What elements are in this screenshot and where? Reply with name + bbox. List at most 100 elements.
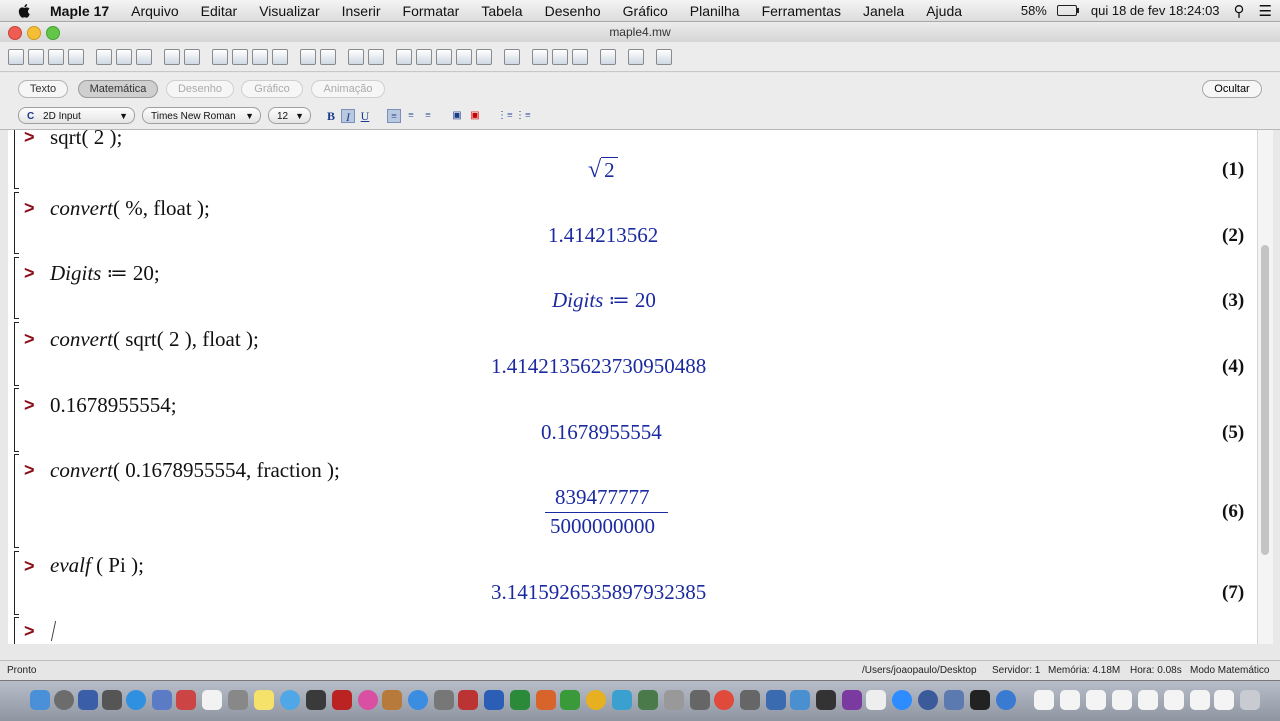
battery-percent[interactable]: 58% (1021, 3, 1047, 18)
launchpad-icon[interactable] (54, 690, 74, 710)
app-icon[interactable] (790, 690, 810, 710)
app-icon[interactable] (152, 690, 172, 710)
help-icon[interactable] (664, 690, 684, 710)
indent-icon[interactable] (300, 48, 316, 65)
italic-icon[interactable]: I (341, 109, 355, 124)
outlook-icon[interactable] (586, 690, 606, 710)
terminal-icon[interactable] (970, 690, 990, 710)
equation-label[interactable]: (4) (1222, 356, 1244, 378)
spotlight-icon[interactable]: ⚲ (1234, 2, 1245, 20)
font-select[interactable]: Times New Roman ▼ (142, 107, 261, 124)
menu-arquivo[interactable]: Arquivo (131, 3, 178, 19)
math-input[interactable]: evalf ( Pi ); (50, 553, 144, 578)
underline-icon[interactable]: U (358, 109, 372, 123)
trash-icon[interactable] (1240, 690, 1260, 710)
stop-icon[interactable] (436, 48, 452, 65)
insert-prompt-icon[interactable] (252, 48, 268, 65)
app-icon[interactable] (842, 690, 862, 710)
guitar-icon[interactable] (382, 690, 402, 710)
app-icon[interactable] (434, 690, 454, 710)
app-icon[interactable] (766, 690, 786, 710)
back-arrow-icon[interactable] (348, 48, 364, 65)
messages-icon[interactable] (280, 690, 300, 710)
insert-section-icon[interactable] (272, 48, 288, 65)
menu-inserir[interactable]: Inserir (342, 3, 381, 19)
menu-editar[interactable]: Editar (201, 3, 238, 19)
powerpoint-icon[interactable] (536, 690, 556, 710)
numbered-list-icon[interactable]: ⋮≡ (515, 109, 531, 123)
paste-icon[interactable] (136, 48, 152, 65)
menu-ferramentas[interactable]: Ferramentas (762, 3, 841, 19)
word-icon[interactable] (484, 690, 504, 710)
zoom-150-icon[interactable] (552, 48, 568, 65)
math-input[interactable]: Digits ≔ 20; (50, 261, 160, 286)
restart-icon[interactable] (476, 48, 492, 65)
menu-tabela[interactable]: Tabela (481, 3, 522, 19)
document-icon[interactable] (1214, 690, 1234, 710)
itunes-icon[interactable] (358, 690, 378, 710)
excel-icon[interactable] (560, 690, 580, 710)
save-icon[interactable] (48, 48, 64, 65)
tab-desenho[interactable]: Desenho (166, 80, 234, 98)
help-icon[interactable] (656, 48, 672, 65)
copy-icon[interactable] (116, 48, 132, 65)
execution-group-bracket[interactable] (14, 130, 19, 189)
execution-group-bracket[interactable] (14, 192, 19, 254)
facetime-icon[interactable] (306, 690, 326, 710)
app-icon[interactable] (332, 690, 352, 710)
tab-matematica[interactable]: Matemática (78, 80, 158, 98)
close-window-button[interactable] (8, 26, 22, 40)
apple-icon[interactable] (18, 3, 32, 19)
worksheet[interactable]: > sqrt( 2 ); √ 2 (1) > convert( %, float … (8, 130, 1257, 644)
math-input[interactable]: 0.1678955554; (50, 393, 177, 418)
open-folder-icon[interactable] (28, 48, 44, 65)
settings-icon[interactable] (504, 48, 520, 65)
align-center-icon[interactable]: ≡ (404, 109, 418, 123)
excel-icon[interactable] (510, 690, 530, 710)
zoom-icon[interactable] (892, 690, 912, 710)
menu-visualizar[interactable]: Visualizar (259, 3, 319, 19)
dictionary-icon[interactable] (458, 690, 478, 710)
equation-label[interactable]: (6) (1222, 501, 1244, 523)
equation-label[interactable]: (3) (1222, 290, 1244, 312)
insert-text-icon[interactable] (232, 48, 248, 65)
app-icon[interactable] (228, 690, 248, 710)
zoom-window-button[interactable] (46, 26, 60, 40)
app-icon[interactable] (816, 690, 836, 710)
finder-icon[interactable] (30, 690, 50, 710)
calendar-icon[interactable] (202, 690, 222, 710)
highlight-color-icon[interactable]: ▣ (468, 109, 482, 123)
execute-icon[interactable] (416, 48, 432, 65)
insert-math-icon[interactable] (212, 48, 228, 65)
equation-label[interactable]: (5) (1222, 422, 1244, 444)
execution-group-bracket[interactable] (14, 454, 19, 548)
clock[interactable]: qui 18 de fev 18:24:03 (1091, 3, 1220, 18)
redo-icon[interactable] (184, 48, 200, 65)
app-icon[interactable] (690, 690, 710, 710)
execution-group-bracket[interactable] (14, 551, 19, 615)
menu-desenho[interactable]: Desenho (545, 3, 601, 19)
document-icon[interactable] (1164, 690, 1184, 710)
equation-label[interactable]: (2) (1222, 225, 1244, 247)
execution-group-bracket[interactable] (14, 388, 19, 452)
debug-icon[interactable] (456, 48, 472, 65)
document-icon[interactable] (1112, 690, 1132, 710)
minimize-window-button[interactable] (27, 26, 41, 40)
notes-icon[interactable] (254, 690, 274, 710)
bullet-list-icon[interactable]: ⋮≡ (497, 109, 513, 123)
bold-icon[interactable]: B (324, 109, 338, 123)
app-icon[interactable] (918, 690, 938, 710)
input-mode-select[interactable]: C 2D Input ▼ (18, 107, 135, 124)
document-icon[interactable] (1138, 690, 1158, 710)
piano-icon[interactable] (866, 690, 886, 710)
refresh-icon[interactable] (600, 48, 616, 65)
new-document-icon[interactable] (8, 48, 24, 65)
math-input[interactable]: convert( sqrt( 2 ), float ); (50, 327, 259, 352)
safari-icon[interactable] (126, 690, 146, 710)
math-input[interactable]: sqrt( 2 ); (50, 130, 122, 150)
document-icon[interactable] (1190, 690, 1210, 710)
app-icon[interactable] (638, 690, 658, 710)
document-icon[interactable] (1060, 690, 1080, 710)
bluetooth-icon[interactable] (944, 690, 964, 710)
undo-icon[interactable] (164, 48, 180, 65)
